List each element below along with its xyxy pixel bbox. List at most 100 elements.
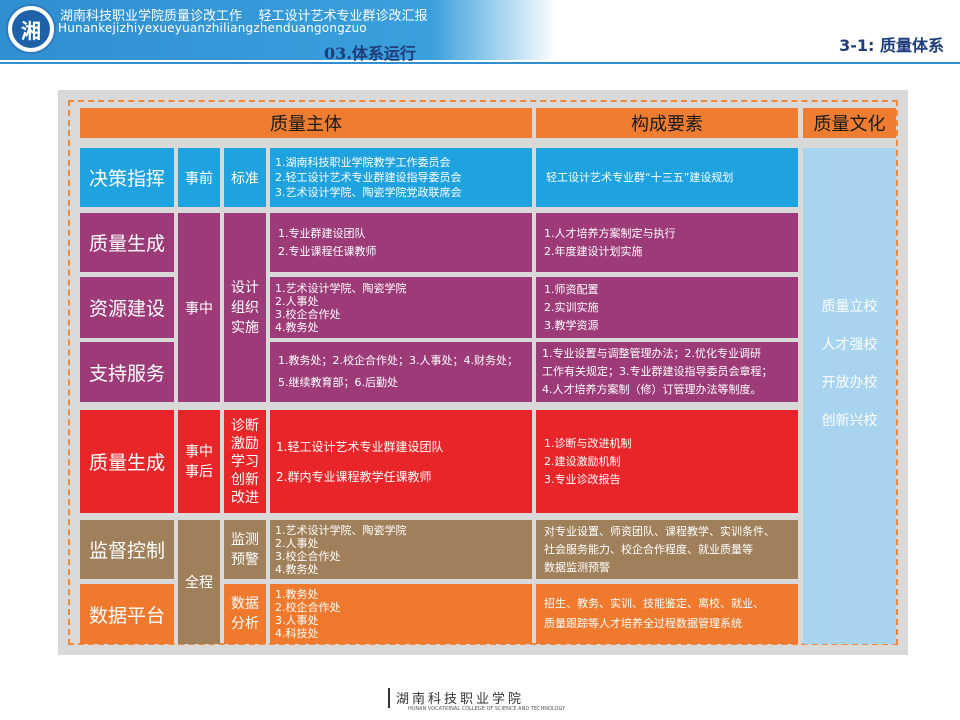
method-word: 创新 — [231, 471, 259, 488]
method-word: 设计 — [231, 279, 259, 296]
culture-item: 开放办校 — [821, 375, 878, 391]
footer-college-name: 湖南科技职业学院 — [396, 692, 525, 707]
phase-middle: 事中 — [178, 213, 220, 402]
subject-item: 1.教务处；2.校企合作处；3.人事处；4.财务处； — [278, 354, 518, 367]
subject-item: 2.轻工设计艺术专业群建设指导委员会 — [275, 171, 462, 184]
header-quality-subject: 质量主体 — [80, 108, 532, 138]
elements-support: 1.专业设置与调整管理办法；2.优化专业调研 工作有关规定；3.专业群建设指导委… — [536, 342, 798, 402]
element-item: 3.教学资源 — [544, 318, 599, 332]
element-item: 数据监测预警 — [544, 560, 610, 574]
element-item: 1.专业设置与调整管理办法；2.优化专业调研 — [542, 347, 761, 360]
element-item: 轻工设计艺术专业群“十三五”建设规划 — [546, 170, 734, 184]
element-item: 1.人才培养方案制定与执行 — [544, 226, 676, 240]
element-item: 4.人才培养方案制（修）订管理办法等制度。 — [542, 383, 762, 396]
subject-item: 4.教务处 — [275, 562, 319, 576]
method-word: 组织 — [231, 299, 259, 316]
elements-data-platform: 招生、教务、实训、技能鉴定、离校、就业、 质量跟踪等人才培养全过程数据管理系统 — [536, 584, 798, 644]
row-name-quality-generation: 质量生成 — [80, 213, 174, 272]
slide-subtitle: 3-1: 质量体系 — [839, 36, 944, 55]
method-word: 预警 — [231, 551, 259, 568]
subject-item: 4.教务处 — [275, 320, 319, 334]
header-divider — [0, 62, 960, 64]
subject-item: 1.艺术设计学院、陶瓷学院 — [275, 523, 407, 537]
element-item: 2.建设激励机制 — [544, 454, 621, 468]
row-name-supervision: 监督控制 — [80, 520, 174, 579]
element-item: 对专业设置、师资团队、课程教学、实训条件、 — [544, 524, 775, 538]
row-name-decision: 决策指挥 — [80, 148, 174, 207]
method-word: 实施 — [231, 319, 259, 336]
subject-item: 2.校企合作处 — [275, 601, 341, 614]
subject-item: 3.艺术设计学院、陶瓷学院党政联席会 — [275, 186, 462, 199]
method-standard: 标准 — [224, 148, 266, 207]
subject-item: 2.人事处 — [275, 536, 319, 550]
subjects-resource: 1.艺术设计学院、陶瓷学院 2.人事处 3.校企合作处 4.教务处 — [270, 277, 532, 338]
row-name-support: 支持服务 — [80, 342, 174, 402]
method-word: 数据 — [231, 596, 259, 612]
subjects-support: 1.教务处；2.校企合作处；3.人事处；4.财务处； 5.继续教育部；6.后勤处 — [270, 342, 532, 402]
method-word: 改进 — [231, 489, 259, 506]
elements-supervision: 对专业设置、师资团队、课程教学、实训条件、 社会服务能力、校企合作程度、就业质量… — [536, 520, 798, 579]
footer-college-logo: 湖南科技职业学院 HUNAN VOCATIONAL COLLEGE OF SCI… — [396, 688, 565, 718]
subject-item: 1.轻工设计艺术专业群建设团队 — [276, 439, 444, 454]
subject-item: 3.校企合作处 — [275, 307, 341, 321]
method-design-organize-implement: 设计 组织 实施 — [224, 213, 266, 402]
element-item: 工作有关规定；3.专业群建设指导委员会章程； — [542, 365, 773, 378]
phase-before: 事前 — [178, 148, 220, 207]
subject-item: 2.群内专业课程教学任课教师 — [276, 469, 432, 484]
row-name-data-platform: 数据平台 — [80, 584, 174, 644]
subject-item: 1.艺术设计学院、陶瓷学院 — [275, 281, 407, 295]
element-item: 3.专业诊改报告 — [544, 472, 621, 486]
elements-resource: 1.师资配置 2.实训实施 3.教学资源 — [536, 277, 798, 338]
method-data-analysis: 数据 分析 — [224, 584, 266, 644]
element-item: 2.实训实施 — [544, 300, 599, 314]
method-word: 分析 — [231, 616, 259, 632]
method-word: 激励 — [231, 435, 259, 452]
element-item: 2.年度建设计划实施 — [544, 244, 643, 258]
subject-item: 1.湖南科技职业学院教学工作委员会 — [275, 156, 451, 169]
element-item: 1.师资配置 — [544, 282, 599, 296]
method-monitor-warning: 监测 预警 — [224, 520, 266, 579]
method-diagnose: 诊断 激励 学习 创新 改进 — [224, 410, 266, 513]
phase-word: 事后 — [185, 463, 213, 480]
element-item: 1.诊断与改进机制 — [544, 436, 632, 450]
subjects-data-platform: 1.教务处 2.校企合作处 3.人事处 4.科技处 — [270, 584, 532, 644]
header-pinyin: Hunankejizhiyexueyuanzhiliangzhenduangon… — [58, 21, 367, 35]
culture-item: 创新兴校 — [821, 413, 878, 429]
element-item: 质量跟踪等人才培养全过程数据管理系统 — [544, 617, 742, 630]
phase-word: 事中 — [185, 443, 213, 460]
subject-item: 3.人事处 — [275, 614, 319, 627]
subject-item: 1.专业群建设团队 — [278, 226, 366, 240]
header-culture: 质量文化 — [803, 108, 896, 138]
method-word: 监测 — [231, 531, 259, 548]
element-item: 招生、教务、实训、技能鉴定、离校、就业、 — [544, 597, 764, 610]
header-elements: 构成要素 — [536, 108, 798, 138]
subjects-quality-generation: 1.专业群建设团队 2.专业课程任课教师 — [270, 213, 532, 272]
college-logo: 湘 — [6, 4, 56, 54]
footer-divider — [388, 688, 390, 708]
phase-whole-process: 全程 — [178, 520, 220, 644]
subject-item: 1.教务处 — [275, 588, 319, 601]
subjects-decision: 1.湖南科技职业学院教学工作委员会 2.轻工设计艺术专业群建设指导委员会 3.艺… — [270, 148, 532, 207]
element-item: 社会服务能力、校企合作程度、就业质量等 — [544, 542, 753, 556]
row-name-quality-generation-2: 质量生成 — [80, 410, 174, 513]
subject-item: 5.继续教育部；6.后勤处 — [278, 376, 398, 389]
elements-quality-generation-2: 1.诊断与改进机制 2.建设激励机制 3.专业诊改报告 — [536, 410, 798, 513]
section-title: 03.体系运行 — [324, 44, 416, 63]
subjects-supervision: 1.艺术设计学院、陶瓷学院 2.人事处 3.校企合作处 4.教务处 — [270, 520, 532, 579]
subject-item: 2.专业课程任课教师 — [278, 244, 377, 258]
method-word: 诊断 — [231, 417, 259, 434]
logo-glyph: 湘 — [12, 10, 50, 48]
quality-culture-column: 质量立校 人才强校 开放办校 创新兴校 — [803, 148, 896, 644]
method-word: 学习 — [231, 453, 259, 470]
subjects-quality-generation-2: 1.轻工设计艺术专业群建设团队 2.群内专业课程教学任课教师 — [270, 410, 532, 513]
subject-item: 4.科技处 — [275, 627, 319, 640]
phase-during-after: 事中 事后 — [178, 410, 220, 513]
elements-quality-generation: 1.人才培养方案制定与执行 2.年度建设计划实施 — [536, 213, 798, 272]
row-name-resource: 资源建设 — [80, 277, 174, 338]
culture-item: 人才强校 — [821, 337, 878, 353]
elements-decision: 轻工设计艺术专业群“十三五”建设规划 — [536, 148, 798, 207]
subject-item: 3.校企合作处 — [275, 549, 341, 563]
subject-item: 2.人事处 — [275, 294, 319, 308]
footer-college-english: HUNAN VOCATIONAL COLLEGE OF SCIENCE AND … — [408, 706, 566, 712]
culture-item: 质量立校 — [821, 299, 878, 315]
